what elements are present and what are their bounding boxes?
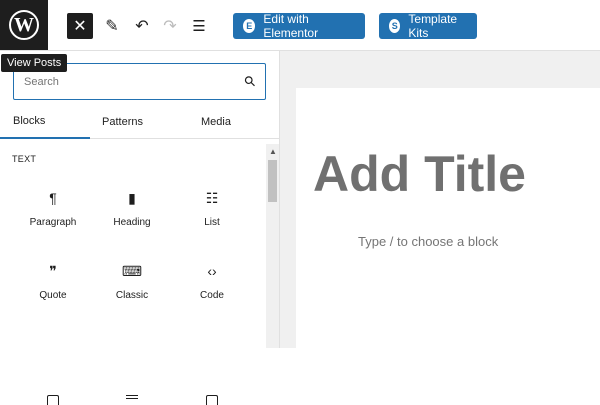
section-title-text: TEXT bbox=[12, 154, 37, 164]
quote-icon: ❞ bbox=[49, 262, 57, 279]
view-posts-tooltip: View Posts bbox=[1, 54, 68, 72]
template-kits-label: Template Kits bbox=[408, 12, 458, 40]
redo-button[interactable]: ↷ bbox=[157, 13, 183, 39]
undo-button[interactable]: ↶ bbox=[129, 13, 155, 39]
block-label: Heading bbox=[113, 217, 151, 228]
partial-block-icon bbox=[206, 395, 218, 405]
close-icon: ✕ bbox=[73, 18, 87, 35]
scrollbar-thumb[interactable] bbox=[268, 160, 277, 202]
partial-block-icon bbox=[126, 395, 138, 399]
tab-media[interactable]: Media bbox=[180, 105, 252, 139]
editor-document: Add Title Type / to choose a block bbox=[296, 88, 600, 348]
block-heading[interactable]: ▮ Heading bbox=[92, 170, 172, 230]
block-paragraph[interactable]: ¶ Paragraph bbox=[13, 170, 93, 230]
scroll-up-icon[interactable]: ▲ bbox=[269, 147, 277, 156]
close-inserter-button[interactable]: ✕ bbox=[67, 13, 93, 39]
keyboard-icon: ⌨ bbox=[121, 262, 143, 279]
block-list[interactable]: ☷ List bbox=[172, 170, 252, 230]
post-title-input[interactable]: Add Title bbox=[313, 145, 526, 203]
undo-icon: ↶ bbox=[135, 18, 149, 35]
list-view-icon: ☰ bbox=[192, 18, 206, 35]
wordpress-logo-button[interactable]: W bbox=[0, 0, 48, 50]
block-label: Code bbox=[200, 290, 224, 301]
tools-button[interactable]: ✎ bbox=[99, 13, 125, 39]
wordpress-icon: W bbox=[9, 10, 39, 40]
block-inserter-panel: ⚲ Blocks Patterns Media TEXT ¶ Paragraph… bbox=[0, 51, 280, 405]
pen-icon: ✎ bbox=[105, 18, 119, 35]
block-appender[interactable]: Type / to choose a block bbox=[358, 234, 498, 249]
edit-with-elementor-label: Edit with Elementor bbox=[263, 12, 319, 40]
template-kits-button[interactable]: S Template Kits bbox=[379, 12, 477, 40]
tab-patterns[interactable]: Patterns bbox=[90, 105, 155, 139]
search-input[interactable] bbox=[24, 75, 245, 88]
document-overview-button[interactable]: ☰ bbox=[186, 13, 212, 39]
partial-block-icon bbox=[47, 395, 59, 405]
list-icon: ☷ bbox=[205, 189, 219, 206]
block-classic[interactable]: ⌨ Classic bbox=[92, 243, 172, 303]
editor-canvas: Add Title Type / to choose a block bbox=[280, 51, 600, 348]
template-kits-icon: S bbox=[389, 19, 401, 33]
block-quote[interactable]: ❞ Quote bbox=[13, 243, 93, 303]
block-label: Paragraph bbox=[29, 217, 77, 228]
inserter-scrollbar[interactable]: ▲ bbox=[266, 144, 279, 348]
elementor-icon: E bbox=[243, 19, 256, 33]
search-icon: ⚲ bbox=[240, 71, 259, 91]
editor-toolbar: W ✕ ✎ ↶ ↷ ☰ E Edit with Elementor S Temp… bbox=[0, 0, 600, 51]
block-label: Quote bbox=[39, 290, 67, 301]
block-label: Classic bbox=[115, 290, 149, 301]
code-icon: ‹› bbox=[207, 263, 217, 279]
edit-with-elementor-button[interactable]: E Edit with Elementor bbox=[233, 12, 365, 40]
inserter-tabs: Blocks Patterns Media bbox=[0, 105, 280, 139]
bookmark-icon: ▮ bbox=[128, 189, 136, 206]
redo-icon: ↷ bbox=[163, 18, 177, 35]
block-label: List bbox=[204, 217, 220, 228]
paragraph-icon: ¶ bbox=[49, 190, 57, 206]
block-code[interactable]: ‹› Code bbox=[172, 243, 252, 303]
tab-blocks[interactable]: Blocks bbox=[0, 105, 90, 139]
